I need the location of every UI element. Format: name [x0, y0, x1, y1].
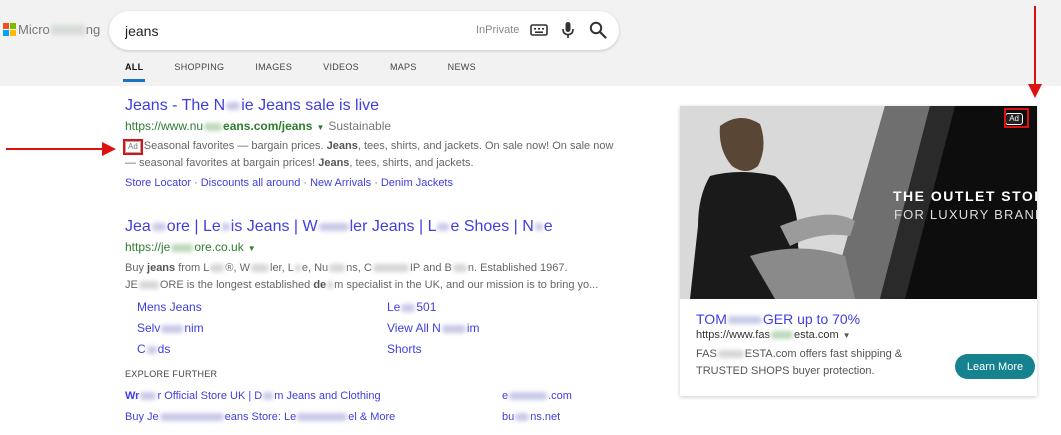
explore-link-site-com[interactable]: e .com: [502, 390, 572, 402]
ad-url[interactable]: https://www.fas esta.com ▼: [696, 329, 851, 341]
sublink-coords[interactable]: Cds: [137, 342, 170, 356]
top-bar: Micro ng InPrivate ALL SHOPPING IMAGES V…: [0, 0, 1061, 86]
caret-down-icon[interactable]: ▼: [316, 123, 324, 132]
explore-further-heading: EXPLORE FURTHER: [125, 369, 218, 379]
search-input[interactable]: [125, 20, 425, 42]
logo[interactable]: Micro ng: [3, 22, 100, 37]
banner-subline: FOR LUXURY BRANDS: [894, 207, 1037, 222]
tab-videos[interactable]: VIDEOS: [323, 62, 359, 72]
sublink-view-all[interactable]: View All Nim: [387, 321, 479, 335]
explore-link-official-store[interactable]: Wr r Official Store UK | Dm Jeans and Clo…: [125, 390, 381, 402]
annotation-arrowhead-right: [102, 142, 116, 156]
redacted-text: [50, 24, 85, 35]
search-box: InPrivate: [109, 11, 619, 50]
explore-link-site-net[interactable]: bu ns.net: [502, 411, 560, 423]
annotation-box: [123, 139, 143, 155]
search-result-organic: Jea ore | Le is Jeans | Wler Jeans | Le Sh…: [125, 218, 553, 236]
microphone-icon[interactable]: [557, 19, 579, 41]
annotation-arrowhead-down: [1028, 84, 1042, 98]
search-icon[interactable]: [587, 19, 609, 41]
learn-more-button[interactable]: Learn More: [955, 354, 1035, 379]
sitelink-new-arrivals[interactable]: New Arrivals: [310, 177, 371, 189]
tab-maps[interactable]: MAPS: [390, 62, 417, 72]
tab-all[interactable]: ALL: [122, 62, 146, 82]
logo-text-left: Micro: [18, 22, 50, 37]
banner-headline: THE OUTLET STORE: [893, 188, 1037, 204]
result-sitelinks: Store Locator · Discounts all around · New A…: [125, 177, 453, 189]
display-ad-card[interactable]: THE OUTLET STORE FOR LUXURY BRANDS Ad TO…: [680, 106, 1037, 396]
annotation-arrow-left: [6, 148, 106, 150]
inprivate-label: InPrivate: [476, 24, 520, 36]
result-url[interactable]: https://je ore.co.uk ▼: [125, 240, 256, 254]
result-url-row: https://www.nu eans.com/jeans ▼ Sustainable: [125, 119, 391, 133]
result-url-row: https://je ore.co.uk ▼: [125, 240, 256, 254]
ad-banner-image[interactable]: THE OUTLET STORE FOR LUXURY BRANDS Ad: [680, 106, 1037, 299]
sitelink-store-locator[interactable]: Store Locator: [125, 177, 191, 189]
keyboard-icon[interactable]: [528, 19, 550, 41]
ad-title[interactable]: TOM GER up to 70%: [696, 311, 860, 327]
result-title[interactable]: Jea ore | Le is Jeans | Wler Jeans | Le Sh…: [125, 218, 553, 236]
sublink-501[interactable]: Le 501: [387, 300, 436, 314]
sublink-selvedge-denim[interactable]: Selv nim: [137, 321, 204, 335]
tab-news[interactable]: NEWS: [448, 62, 476, 72]
logo-text-right: ng: [85, 22, 101, 37]
sublink-shorts[interactable]: Shorts: [387, 342, 422, 356]
annotation-box: [1004, 108, 1029, 128]
tab-images[interactable]: IMAGES: [255, 62, 292, 72]
result-url[interactable]: https://www.nu eans.com/jeans ▼ Sustainable: [125, 119, 391, 133]
annotation-arrow-top: [1034, 6, 1036, 86]
tab-shopping[interactable]: SHOPPING: [174, 62, 224, 72]
microsoft-logo-icon: [3, 23, 16, 36]
caret-down-icon[interactable]: ▼: [248, 244, 256, 253]
sitelink-denim-jackets[interactable]: Denim Jackets: [381, 177, 453, 189]
explore-link-jeans-store[interactable]: Buy Je eans Store: Le el & More: [125, 411, 395, 423]
ad-badge: Ad: [123, 139, 143, 155]
caret-down-icon[interactable]: ▼: [843, 331, 851, 340]
ad-description: FAS ESTA.com offers fast shipping & TRUST…: [696, 348, 903, 377]
result-description: Buy jeans from L ®, Wler, Le, Nu ns, C IP a…: [125, 262, 599, 291]
search-tabs: ALL SHOPPING IMAGES VIDEOS MAPS NEWS: [122, 62, 507, 82]
search-result-ad: Jeans - The Nie Jeans sale is live: [125, 97, 379, 115]
result-title[interactable]: Jeans - The Nie Jeans sale is live: [125, 97, 379, 115]
sitelink-discounts[interactable]: Discounts all around: [201, 177, 301, 189]
result-description: Ad Seasonal favorites — bargain prices. J…: [123, 139, 614, 169]
sublink-mens-jeans[interactable]: Mens Jeans: [137, 300, 202, 314]
